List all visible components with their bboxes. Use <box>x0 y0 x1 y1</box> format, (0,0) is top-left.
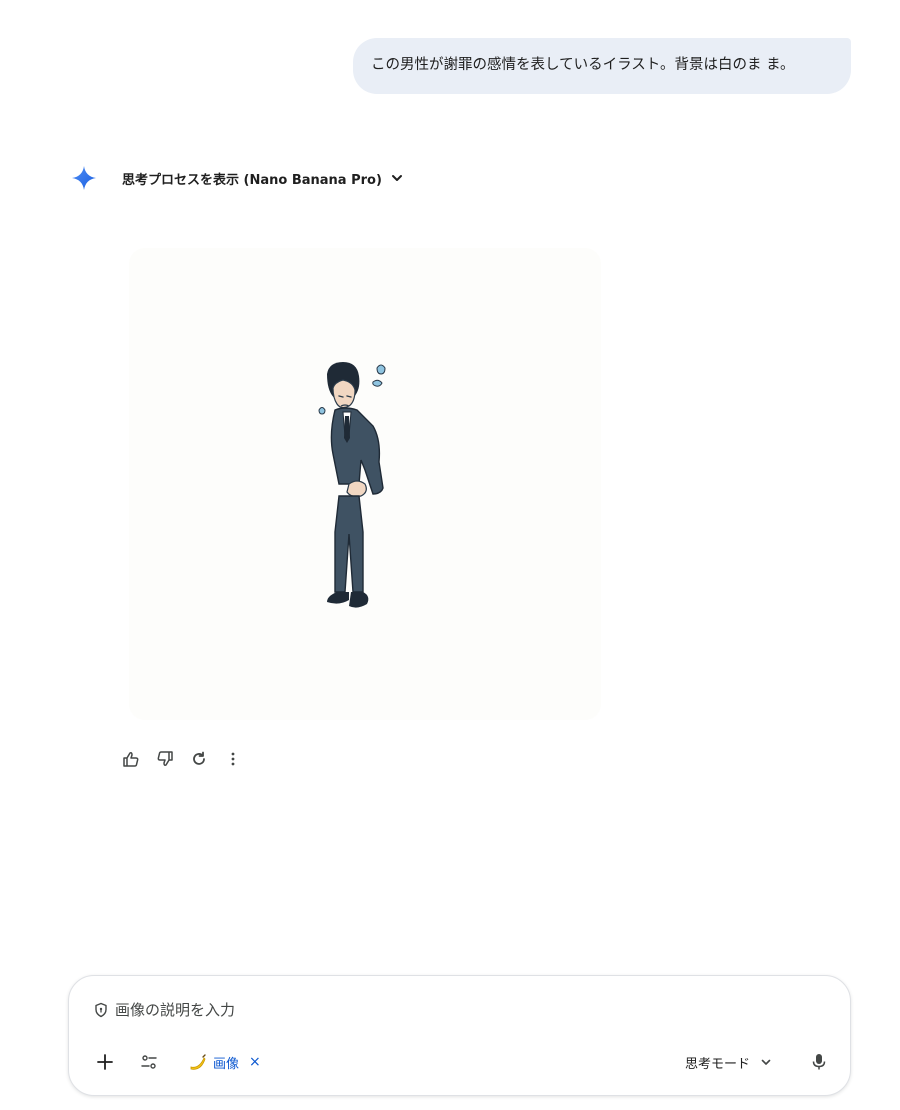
shield-icon <box>93 1002 109 1018</box>
user-message-bubble: この男性が謝罪の感情を表しているイラスト。背景は白のま ま。 <box>353 38 851 94</box>
regenerate-icon <box>193 751 205 765</box>
generated-image[interactable] <box>129 248 601 720</box>
thumbs-down-icon <box>157 751 173 766</box>
plus-icon <box>97 1054 113 1070</box>
prompt-row <box>93 998 715 1022</box>
image-mode-chip[interactable]: 画像 × <box>187 1052 261 1072</box>
prompt-input[interactable] <box>115 1001 715 1019</box>
mic-icon <box>812 1054 826 1070</box>
thumbs-up-icon <box>123 752 139 767</box>
banana-icon <box>187 1052 207 1072</box>
chevron-down-icon <box>390 171 404 185</box>
response-header: 思考プロセスを表示 (Nano Banana Pro) <box>70 164 404 192</box>
thinking-label: 思考プロセスを表示 (Nano Banana Pro) <box>122 172 382 188</box>
user-message-text: この男性が謝罪の感情を表しているイラスト。背景は白のま ま。 <box>371 57 795 73</box>
add-button[interactable] <box>93 1050 117 1074</box>
image-chip-label: 画像 <box>213 1056 240 1072</box>
regenerate-button[interactable] <box>188 748 210 770</box>
mode-label: 思考モード <box>684 1056 750 1072</box>
composer-toolbar: 画像 × 思考モード <box>93 1048 830 1076</box>
thinking-mode-select[interactable]: 思考モード <box>685 1053 772 1072</box>
response-actions <box>120 747 256 771</box>
thumbs-up-button[interactable] <box>120 748 142 770</box>
gemini-sparkle-icon <box>70 164 98 192</box>
tools-button[interactable] <box>137 1050 161 1074</box>
thumbs-down-button[interactable] <box>154 748 176 770</box>
more-options-icon <box>231 752 235 766</box>
more-options-button[interactable] <box>222 748 244 770</box>
tools-icon <box>141 1055 157 1069</box>
chat-page: この男性が謝罪の感情を表しているイラスト。背景は白のま ま。 思考プロセスを表示… <box>0 0 900 1110</box>
bowing-businessman-illustration <box>129 248 601 720</box>
chevron-down-icon <box>760 1056 772 1068</box>
prompt-composer: 画像 × 思考モード <box>68 975 851 1096</box>
microphone-button[interactable] <box>808 1050 830 1074</box>
close-icon[interactable]: × <box>249 1054 261 1070</box>
show-thinking-toggle[interactable]: 思考プロセスを表示 (Nano Banana Pro) <box>122 169 404 188</box>
